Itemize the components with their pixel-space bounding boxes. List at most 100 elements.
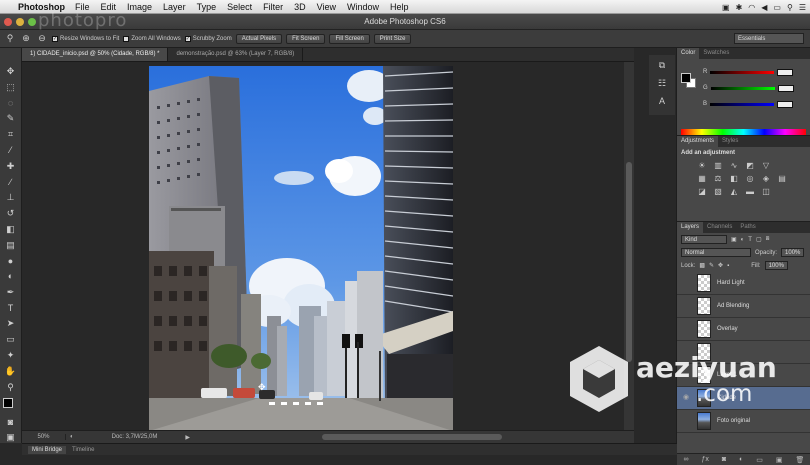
red-value-field[interactable] <box>777 68 794 76</box>
menu-3d[interactable]: 3D <box>294 2 306 12</box>
tab-paths[interactable]: Paths <box>736 222 759 233</box>
properties-panel-icon[interactable]: ☷ <box>656 77 668 89</box>
gradient-map-icon[interactable]: ▬ <box>745 187 755 196</box>
filter-adjust-icon[interactable]: ◐ <box>741 237 745 243</box>
filter-smart-icon[interactable]: ⧈ <box>766 236 770 243</box>
tab-adjustments[interactable]: Adjustments <box>677 136 719 147</box>
search-icon[interactable]: ⚲ <box>787 3 793 12</box>
history-brush-icon[interactable]: ↺ <box>5 208 17 219</box>
wifi-icon[interactable]: ◠ <box>748 3 755 12</box>
battery-icon[interactable]: ▭ <box>773 3 781 12</box>
shape-tool-icon[interactable]: ▭ <box>5 334 17 345</box>
lock-transparent-icon[interactable]: ▩ <box>699 262 705 269</box>
menu-filter[interactable]: Filter <box>263 2 283 12</box>
tab-cidade-inicio[interactable]: 1) CIDADE_inicio.psd @ 50% (Cidade, RGB/… <box>22 48 169 61</box>
green-value-field[interactable] <box>777 84 794 92</box>
blur-tool-icon[interactable]: ● <box>5 256 17 266</box>
visibility-toggle[interactable] <box>681 278 691 288</box>
filter-shape-icon[interactable]: ▢ <box>756 236 762 243</box>
opacity-field[interactable]: 100% <box>781 248 805 257</box>
layer-row[interactable]: Ad Blending <box>677 295 810 318</box>
selective-color-icon[interactable]: ◫ <box>761 187 771 196</box>
tab-color[interactable]: Color <box>677 48 700 59</box>
print-size-button[interactable]: Print Size <box>373 33 412 44</box>
lock-position-icon[interactable]: ✥ <box>718 262 723 269</box>
bluetooth-icon[interactable]: ✱ <box>736 3 743 12</box>
zoom-all-windows-checkbox[interactable]: Zoom All Windows <box>123 35 181 42</box>
zoom-in-icon[interactable]: ⊕ <box>20 33 32 45</box>
lock-pixels-icon[interactable]: ✎ <box>709 262 714 269</box>
layer-row[interactable]: Overlay <box>677 318 810 341</box>
threshold-icon[interactable]: ◭ <box>729 187 739 196</box>
tab-demonstracao[interactable]: demonstração.psd @ 63% (Layer 7, RGB/8) <box>168 48 304 61</box>
history-panel-icon[interactable]: ⧉ <box>656 59 668 71</box>
actual-pixels-button[interactable]: Actual Pixels <box>235 33 283 44</box>
status-info-icon[interactable]: ◐ <box>70 434 74 440</box>
vertical-scroll-thumb[interactable] <box>626 162 632 362</box>
blue-value-field[interactable] <box>777 100 794 108</box>
zoom-out-icon[interactable]: ⊖ <box>36 33 48 45</box>
delete-layer-icon[interactable]: 🗑 <box>796 456 805 464</box>
layer-style-icon[interactable]: ƒx <box>701 456 708 463</box>
hue-saturation-icon[interactable]: ▦ <box>697 174 707 183</box>
status-arrow-icon[interactable]: ▶ <box>185 434 190 441</box>
link-layers-icon[interactable]: ∞ <box>683 456 688 463</box>
hand-tool-icon[interactable]: ✋ <box>5 366 17 377</box>
quick-select-tool-icon[interactable]: ✎ <box>5 113 17 124</box>
pen-tool-icon[interactable]: ✒ <box>5 287 17 298</box>
brightness-contrast-icon[interactable]: ☀ <box>697 161 707 170</box>
new-group-icon[interactable]: ▭ <box>756 456 763 464</box>
path-select-icon[interactable]: ➤ <box>5 318 17 329</box>
character-panel-icon[interactable]: A <box>656 95 668 107</box>
posterize-icon[interactable]: ▧ <box>713 187 723 196</box>
screen-mode-icon[interactable]: ▣ <box>5 432 17 443</box>
black-white-icon[interactable]: ◧ <box>729 174 739 183</box>
visibility-toggle[interactable] <box>681 324 691 334</box>
menu-view[interactable]: View <box>317 2 336 12</box>
menu-type[interactable]: Type <box>197 2 217 12</box>
layer-name[interactable]: Ad Blending <box>717 303 749 309</box>
tab-mini-bridge[interactable]: Mini Bridge <box>28 445 67 454</box>
tab-channels[interactable]: Channels <box>703 222 736 233</box>
red-slider[interactable] <box>710 70 775 74</box>
city-photo[interactable] <box>149 66 453 431</box>
tab-styles[interactable]: Styles <box>718 136 742 147</box>
healing-brush-icon[interactable]: ✚ <box>5 161 17 172</box>
foreground-background-colors[interactable] <box>2 397 19 413</box>
tab-swatches[interactable]: Swatches <box>699 48 733 59</box>
add-mask-icon[interactable]: ◙ <box>722 456 726 463</box>
zoom-window-button[interactable] <box>28 18 36 26</box>
scrubby-zoom-checkbox[interactable]: ✓ Scrubby Zoom <box>184 35 232 42</box>
layer-name[interactable]: Overlay <box>717 326 738 332</box>
tab-timeline[interactable]: Timeline <box>72 447 94 453</box>
layer-name[interactable]: Foto original <box>717 418 750 424</box>
fill-screen-button[interactable]: Fill Screen <box>329 33 370 44</box>
resize-windows-checkbox[interactable]: ✓ Resize Windows to Fit <box>52 35 119 42</box>
brush-tool-icon[interactable]: ∕ <box>5 177 17 187</box>
visibility-toggle[interactable] <box>681 301 691 311</box>
levels-icon[interactable]: ▥ <box>713 161 723 170</box>
horizontal-scroll-thumb[interactable] <box>322 434 502 440</box>
fit-screen-button[interactable]: Fit Screen <box>286 33 326 44</box>
vibrance-icon[interactable]: ▽ <box>761 161 771 170</box>
curves-icon[interactable]: ∿ <box>729 161 739 170</box>
3d-tool-icon[interactable]: ✦ <box>5 350 17 361</box>
menu-image[interactable]: Image <box>127 2 152 12</box>
eyedropper-tool-icon[interactable]: ⁄ <box>5 145 17 155</box>
workspace-select[interactable]: Essentials <box>734 33 804 44</box>
gradient-tool-icon[interactable]: ▤ <box>5 240 17 251</box>
fill-field[interactable]: 100% <box>764 261 788 270</box>
crop-tool-icon[interactable]: ⌗ <box>5 129 17 140</box>
photo-filter-icon[interactable]: ◎ <box>745 174 755 183</box>
move-tool-icon[interactable]: ✥ <box>5 66 17 77</box>
blue-slider[interactable] <box>710 102 775 106</box>
blend-mode-select[interactable]: Normal <box>681 248 751 257</box>
dodge-tool-icon[interactable]: ◐ <box>5 271 17 281</box>
filter-pixel-icon[interactable]: ▣ <box>731 236 737 243</box>
lock-all-icon[interactable]: ▪ <box>727 263 729 269</box>
menu-select[interactable]: Select <box>227 2 252 12</box>
exposure-icon[interactable]: ◩ <box>745 161 755 170</box>
menu-layer[interactable]: Layer <box>163 2 186 12</box>
zoom-tool-icon[interactable]: ⚲ <box>4 33 16 45</box>
lasso-tool-icon[interactable]: ◌ <box>5 98 17 108</box>
